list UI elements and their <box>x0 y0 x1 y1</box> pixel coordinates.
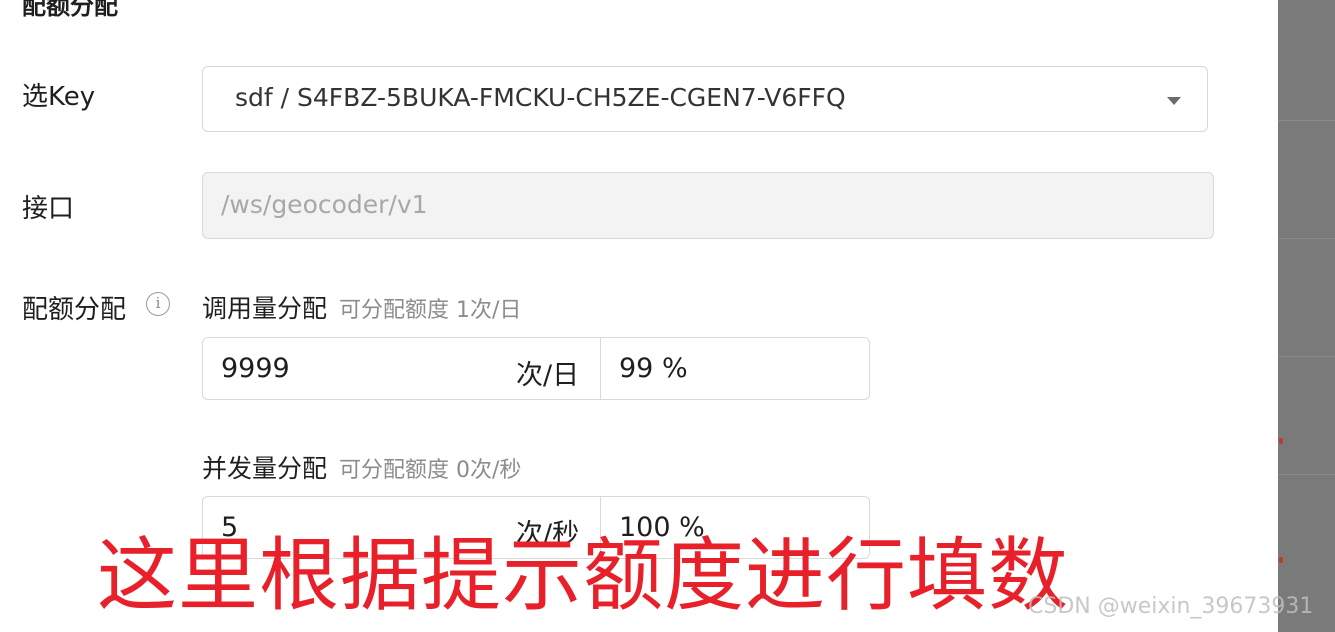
calls-quota-unit: 次/日 <box>516 360 580 391</box>
divider <box>1278 474 1335 475</box>
watermark: CSDN @weixin_39673931 <box>1028 594 1314 619</box>
key-select-value: sdf / S4FBZ-5BUKA-FMCKU-CH5ZE-CGEN7-V6FF… <box>235 83 846 112</box>
modal-backdrop[interactable] <box>1278 0 1335 632</box>
calls-quota-input-group: 9999 次/日 99 % <box>202 337 870 400</box>
divider <box>1278 238 1335 239</box>
info-circle-icon[interactable]: i <box>146 292 170 316</box>
divider <box>600 338 601 399</box>
api-input-placeholder: /ws/geocoder/v1 <box>221 190 428 219</box>
annotation-text: 这里根据提示额度进行填数 <box>97 529 1069 622</box>
calls-quota-input[interactable]: 9999 <box>221 353 290 384</box>
status-dot <box>1279 438 1283 444</box>
concurrency-allocation-title: 并发量分配 可分配额度 0次/秒 <box>202 449 521 485</box>
key-label: 选Key <box>22 82 96 112</box>
concurrency-allocation-hint: 可分配额度 0次/秒 <box>338 458 522 483</box>
section-title: 配额分配 <box>22 0 118 20</box>
concurrency-allocation-label: 并发量分配 <box>202 454 328 483</box>
key-select[interactable]: sdf / S4FBZ-5BUKA-FMCKU-CH5ZE-CGEN7-V6FF… <box>202 66 1208 132</box>
calls-quota-percent-input[interactable]: 99 % <box>619 353 688 384</box>
status-dot <box>1279 557 1283 563</box>
api-input[interactable]: /ws/geocoder/v1 <box>202 172 1214 239</box>
calls-allocation-label: 调用量分配 <box>202 294 328 323</box>
divider <box>1278 120 1335 121</box>
chevron-down-icon[interactable] <box>1167 97 1181 105</box>
calls-allocation-hint: 可分配额度 1次/日 <box>338 298 522 323</box>
divider <box>1278 356 1335 357</box>
quota-label: 配额分配 <box>22 295 127 325</box>
calls-allocation-title: 调用量分配 可分配额度 1次/日 <box>202 289 521 325</box>
api-label: 接口 <box>22 194 75 224</box>
